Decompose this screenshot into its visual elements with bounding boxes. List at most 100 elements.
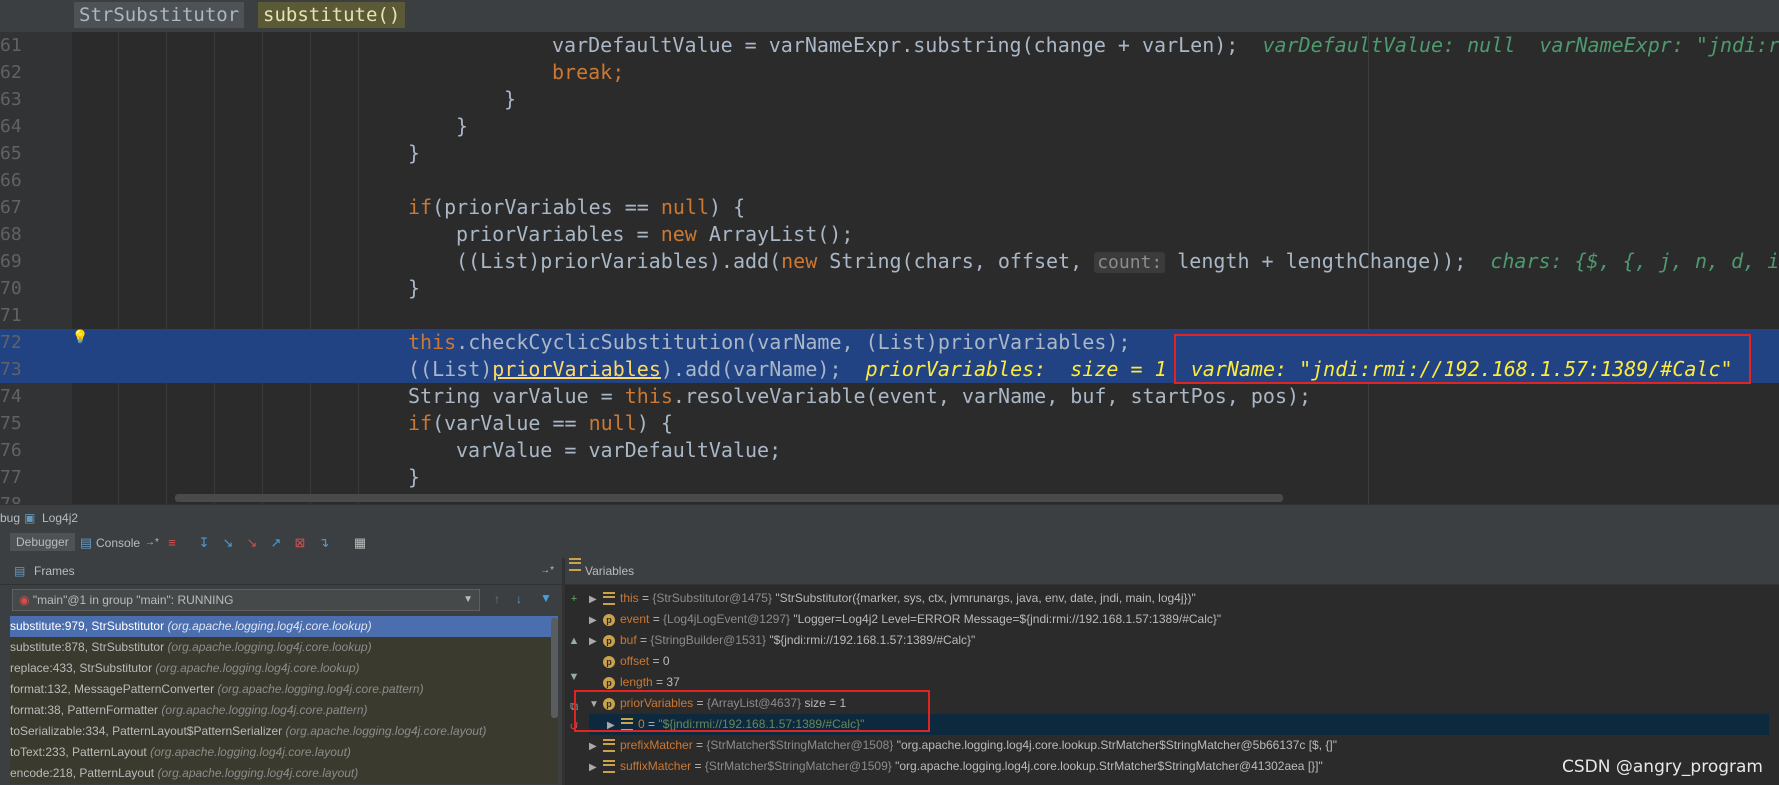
frame-method: format:38, PatternFormatter [10, 703, 159, 717]
parameter-icon: p [603, 634, 615, 647]
code-line: 76 varValue = varDefaultValue; [0, 437, 1779, 464]
frame-method: substitute:878, StrSubstitutor [10, 640, 165, 654]
inline-debug-value: varDefaultValue: null varNameExpr: "jndi… [1262, 33, 1779, 57]
frame-down-icon[interactable]: ↓ [516, 592, 522, 606]
tool-window-tabbar: bug ▣ Log4j2 [0, 504, 1779, 529]
frame-row[interactable]: format:38, PatternFormatter (org.apache.… [10, 700, 558, 721]
new-watch-icon[interactable]: + [565, 590, 583, 608]
breadcrumb-class[interactable]: StrSubstitutor [74, 2, 245, 28]
frame-method: toSerializable:334, PatternLayout$Patter… [10, 724, 283, 738]
variable-value: "org.apache.logging.log4j.core.lookup.St… [895, 759, 1323, 773]
variable-row[interactable]: ▶ p event = {Log4jLogEvent@1297} "Logger=L… [589, 609, 1769, 630]
frame-row[interactable]: toText:233, PatternLayout (org.apache.lo… [10, 742, 558, 763]
code-editor[interactable]: 61 varDefaultValue = varNameExpr.substri… [0, 32, 1779, 504]
code-line: 66 [0, 167, 1779, 194]
console-pin[interactable]: →* [145, 534, 159, 552]
highlight-box [1174, 334, 1751, 384]
frame-package: (org.apache.logging.log4j.core.lookup) [167, 619, 372, 633]
show-execution-point-icon[interactable]: ≡ [164, 535, 180, 551]
code-token: length + lengthChange)); [1165, 249, 1467, 273]
step-into-icon[interactable]: ↘ [220, 535, 236, 551]
console-icon: ▤ [79, 535, 93, 550]
frames-pin[interactable]: →* [540, 558, 554, 584]
code-line: 61 varDefaultValue = varNameExpr.substri… [0, 32, 1779, 59]
expand-arrow-icon[interactable]: ▶ [589, 610, 603, 631]
move-down-icon[interactable]: ▼ [565, 668, 583, 686]
tab-console[interactable]: Console [96, 534, 140, 552]
variable-row[interactable]: ▶ p buf = {StringBuilder@1531} "${jndi:rmi… [589, 630, 1769, 651]
code-token: (priorVariables == [432, 195, 661, 219]
code-line: 75 if(varValue == null) { [0, 410, 1779, 437]
code-text: } [456, 114, 469, 138]
thread-selector[interactable]: ◉ "main"@1 in group "main": RUNNING ▼ [12, 589, 480, 611]
intention-bulb-icon[interactable]: 💡 [72, 331, 88, 345]
line-number: 64 [0, 116, 22, 137]
frame-up-icon[interactable]: ↑ [494, 592, 500, 606]
line-number: 76 [0, 440, 22, 461]
evaluate-expression-icon[interactable]: ▦ [352, 535, 368, 551]
code-token: .checkCyclicSubstitution(varName, (List)… [456, 330, 1131, 354]
horizontal-scrollbar[interactable] [175, 494, 1283, 502]
step-over-icon[interactable]: ↧ [196, 535, 212, 551]
tab-debugger[interactable]: Debugger [10, 533, 75, 551]
step-out-icon[interactable]: ↗ [268, 535, 284, 551]
expand-arrow-icon[interactable]: ▶ [589, 631, 603, 652]
frame-row-selected[interactable]: substitute:979, StrSubstitutor (org.apac… [10, 616, 558, 637]
inline-debug-value: chars: {$, {, j, n, d, i, [1490, 249, 1779, 273]
frames-header: ▤ Frames →* [0, 558, 562, 585]
parameter-icon: p [603, 655, 615, 668]
code-text: if(varValue == null) { [408, 410, 673, 437]
line-number: 73 [0, 359, 22, 380]
variables-icon [569, 558, 581, 571]
run-to-cursor-icon[interactable]: ↴ [316, 535, 332, 551]
frame-row[interactable]: format:132, MessagePatternConverter (org… [10, 679, 558, 700]
force-step-into-icon[interactable]: ↘ [244, 535, 260, 551]
expand-arrow-icon[interactable]: ▶ [589, 589, 603, 610]
code-token: null [588, 411, 637, 435]
variable-type: {StrMatcher$StringMatcher@1508} [706, 738, 894, 752]
tab-log4j2[interactable]: Log4j2 [42, 509, 78, 527]
variable-name: event [620, 612, 650, 626]
expand-arrow-icon[interactable]: ▶ [589, 757, 603, 778]
line-number: 71 [0, 305, 22, 326]
frames-icon: ▤ [14, 564, 26, 578]
frame-package: (org.apache.logging.log4j.core.lookup) [155, 661, 360, 675]
code-token: new [781, 249, 818, 273]
line-number: 61 [0, 35, 22, 56]
code-token: ) { [636, 411, 673, 435]
variable-value: "org.apache.logging.log4j.core.lookup.St… [896, 738, 1337, 752]
code-token: ((List) [408, 357, 493, 381]
code-token: ) { [709, 195, 746, 219]
panel-divider[interactable] [562, 558, 565, 785]
frame-row[interactable]: toSerializable:334, PatternLayout$Patter… [10, 721, 558, 742]
variable-row[interactable]: p offset = 0 [589, 651, 1769, 672]
chevron-down-icon[interactable]: ▼ [463, 590, 473, 610]
code-line: 74 String varValue = this.resolveVariabl… [0, 383, 1779, 410]
line-number: 78 [0, 491, 22, 504]
variable-name: this [620, 591, 639, 605]
drop-frame-icon[interactable]: ⊠ [292, 535, 308, 551]
code-token: ArrayList(); [696, 222, 854, 246]
frame-row[interactable]: substitute:878, StrSubstitutor (org.apac… [10, 637, 558, 658]
code-line: 64 } [0, 113, 1779, 140]
move-up-icon[interactable]: ▲ [565, 632, 583, 650]
frame-row[interactable]: replace:433, StrSubstitutor (org.apache.… [10, 658, 558, 679]
line-number: 62 [0, 62, 22, 83]
variable-value: "StrSubstitutor({marker, sys, ctx, jvmru… [775, 591, 1196, 605]
frame-package: (org.apache.logging.log4j.core.pattern) [161, 703, 368, 717]
code-line: 70 } [0, 275, 1779, 302]
frame-package: (org.apache.logging.log4j.core.layout) [157, 766, 359, 780]
frames-panel: ▤ Frames →* ◉ "main"@1 in group "main": … [0, 558, 562, 785]
code-text: varDefaultValue = varNameExpr.substring(… [552, 32, 1779, 59]
filter-icon[interactable]: ▼ [540, 591, 552, 605]
variable-name: suffixMatcher [620, 759, 692, 773]
frames-scrollbar[interactable] [551, 618, 558, 718]
tab-debug[interactable]: bug [0, 509, 20, 527]
code-token: this [624, 384, 673, 408]
variable-row[interactable]: ▶ this = {StrSubstitutor@1475} "StrSubsti… [589, 588, 1769, 609]
breadcrumb-method[interactable]: substitute() [258, 2, 406, 28]
line-number: 67 [0, 197, 22, 218]
variable-row[interactable]: ▶ prefixMatcher = {StrMatcher$StringMatch… [589, 735, 1769, 756]
frame-row[interactable]: encode:218, PatternLayout (org.apache.lo… [10, 763, 558, 784]
expand-arrow-icon[interactable]: ▶ [589, 736, 603, 757]
